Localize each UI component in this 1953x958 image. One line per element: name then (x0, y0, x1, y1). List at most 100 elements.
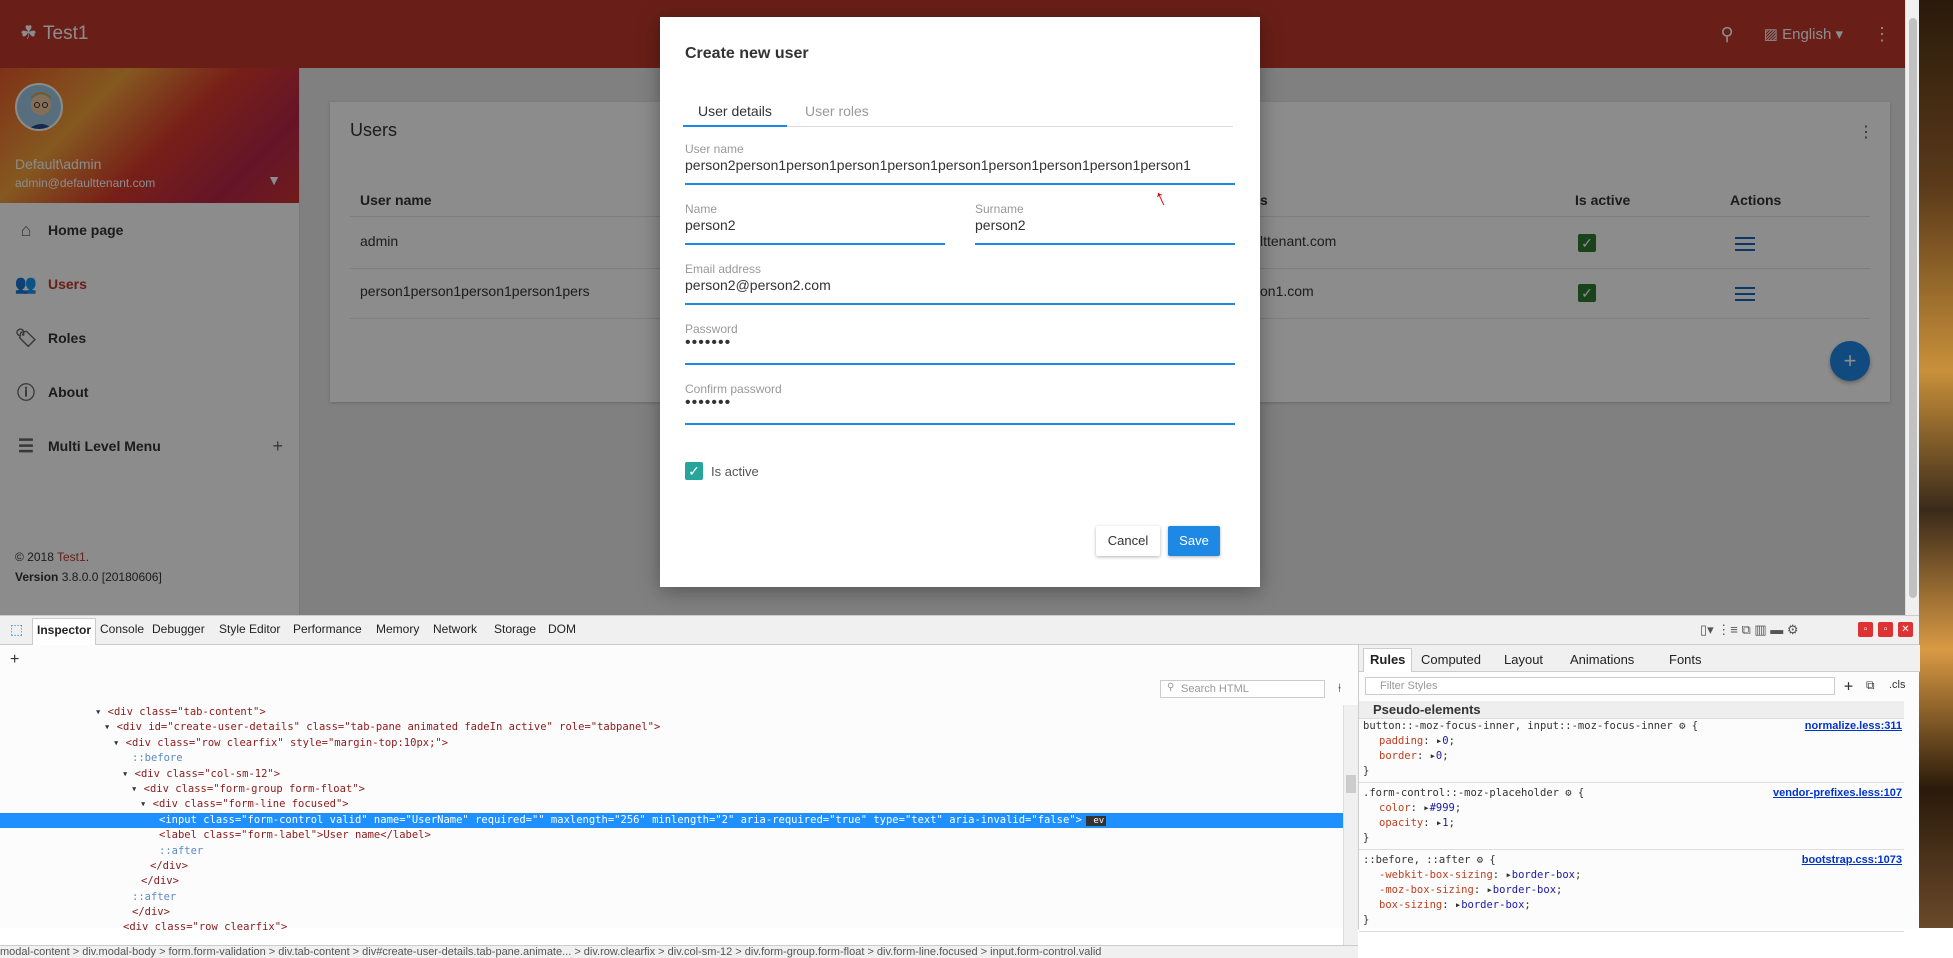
search-html-input[interactable]: Search HTML (1160, 680, 1325, 698)
property-value[interactable]: border-box (1512, 869, 1575, 881)
is-active-checkbox[interactable]: ✓ (685, 462, 703, 480)
tab-user-details[interactable]: User details (683, 97, 787, 127)
rule-selector[interactable]: ::before, ::after ⚙ {bootstrap.css:1073 (1359, 853, 1904, 868)
tab-dom[interactable]: DOM (548, 622, 576, 636)
add-node-icon[interactable]: + (10, 651, 19, 669)
html-node[interactable]: </div> (0, 859, 1343, 874)
tab-performance[interactable]: Performance (293, 622, 362, 636)
tab-debugger[interactable]: Debugger (152, 622, 205, 636)
layout-toggle-icon[interactable]: ▯▾ ⋮≡ ⧉ ▥ ▬ ⚙ (1700, 622, 1799, 638)
name-field[interactable]: Name person2 (685, 202, 945, 245)
rule-declaration[interactable]: -webkit-box-sizing: ▸border-box; (1359, 868, 1904, 883)
pseudo-class-icon[interactable]: ⧉ (1866, 678, 1875, 693)
property-value[interactable]: border-box (1493, 884, 1556, 896)
password-field[interactable]: Password ••••••• (685, 322, 1235, 365)
tab-layout[interactable]: Layout (1504, 652, 1543, 667)
filter-styles-input[interactable]: Filter Styles (1365, 677, 1835, 695)
rule-source-link[interactable]: bootstrap.css:1073 (1802, 853, 1902, 868)
tab-storage[interactable]: Storage (494, 622, 536, 636)
tab-rules[interactable]: Rules (1363, 648, 1413, 672)
html-node[interactable]: <div class="row clearfix"> (0, 920, 1343, 935)
property-name[interactable]: opacity (1379, 817, 1423, 829)
tab-inspector[interactable]: Inspector (32, 618, 97, 645)
save-button[interactable]: Save (1168, 526, 1220, 556)
rule-declaration[interactable]: padding: ▸0; (1359, 734, 1904, 749)
html-node[interactable]: </div> (0, 874, 1343, 889)
property-name[interactable]: -webkit-box-sizing (1379, 869, 1493, 881)
tab-network[interactable]: Network (433, 622, 477, 636)
event-badge[interactable]: ev (1085, 815, 1107, 826)
scrollbar-thumb[interactable] (1346, 775, 1356, 793)
rule-declaration[interactable]: box-sizing: ▸border-box; (1359, 898, 1904, 913)
property-name[interactable]: box-sizing (1379, 899, 1442, 911)
class-toggle-button[interactable]: .cls (1889, 679, 1906, 691)
pick-element-icon[interactable]: ⬚ (10, 621, 23, 638)
confirm-password-input[interactable]: ••••••• (685, 394, 731, 412)
tab-fonts[interactable]: Fonts (1669, 652, 1702, 667)
html-node[interactable]: ::before (0, 751, 1343, 766)
html-node[interactable]: <label class="form-label">User name</lab… (0, 828, 1343, 843)
html-node[interactable]: </div> (0, 905, 1343, 920)
markup-scrollbar[interactable] (1343, 705, 1358, 945)
html-node[interactable]: ::after (0, 890, 1343, 905)
markup-view: + Search HTML ⚲ ⍿ ▾ <div class="tab-cont… (0, 645, 1358, 958)
html-node[interactable]: ▾ <div class="form-line focused"> (0, 797, 1343, 812)
tab-computed[interactable]: Computed (1421, 652, 1481, 667)
html-node[interactable]: ▾ <div class="col-sm-12"> (0, 767, 1343, 782)
undock-icon[interactable]: ▫ (1878, 622, 1893, 637)
tab-user-roles[interactable]: User roles (790, 97, 884, 127)
dock-icon[interactable]: ▫ (1858, 622, 1873, 637)
property-name[interactable]: border (1379, 750, 1417, 762)
expand-arrow-icon[interactable]: ▾ (131, 783, 144, 795)
confirm-password-field[interactable]: Confirm password ••••••• (685, 382, 1235, 425)
tab-style-editor[interactable]: Style Editor (219, 622, 280, 636)
expand-arrow-icon[interactable]: ▾ (104, 721, 117, 733)
username-field[interactable]: User name person2person1person1person1pe… (685, 142, 1235, 185)
tab-animations[interactable]: Animations (1570, 652, 1634, 667)
tab-memory[interactable]: Memory (376, 622, 419, 636)
rule-declaration[interactable]: border: ▸0; (1359, 749, 1904, 764)
close-icon[interactable]: ✕ (1898, 622, 1913, 637)
pseudo-elements-header[interactable]: Pseudo-elements (1359, 701, 1904, 719)
cancel-button[interactable]: Cancel (1096, 526, 1160, 556)
html-node[interactable]: ▾ <div class="row clearfix" style="margi… (0, 736, 1343, 751)
tab-console[interactable]: Console (100, 622, 144, 636)
rule-selector[interactable]: button::-moz-focus-inner, input::-moz-fo… (1359, 719, 1904, 734)
page-scrollbar[interactable] (1905, 0, 1919, 615)
property-value[interactable]: border-box (1461, 899, 1524, 911)
rule-source-link[interactable]: normalize.less:311 (1805, 719, 1902, 734)
property-name[interactable]: -moz-box-sizing (1379, 884, 1474, 896)
html-node[interactable]: ▾ <div id="create-user-details" class="t… (0, 720, 1343, 735)
property-name[interactable]: color (1379, 802, 1411, 814)
username-input[interactable]: person2person1person1person1person1perso… (685, 157, 1191, 173)
eyedropper-icon[interactable]: ⍿ (1338, 681, 1341, 696)
expand-arrow-icon[interactable]: ▾ (122, 768, 135, 780)
devtools-toolbar: ⬚ Inspector Console Debugger Style Edito… (0, 616, 1919, 645)
rule-source-link[interactable]: vendor-prefixes.less:107 (1773, 786, 1902, 801)
rule-declaration[interactable]: -moz-box-sizing: ▸border-box; (1359, 883, 1904, 898)
rule-selector[interactable]: .form-control::-moz-placeholder ⚙ {vendo… (1359, 786, 1904, 801)
html-node-selected[interactable]: <input class="form-control valid" name="… (0, 812, 1343, 829)
html-node-text: </div> (132, 906, 170, 919)
html-node[interactable]: ▾ <div class="tab-content"> (0, 705, 1343, 720)
html-node[interactable]: ::after (0, 844, 1343, 859)
email-field[interactable]: Email address person2@person2.com (685, 262, 1235, 305)
property-name[interactable]: padding (1379, 735, 1423, 747)
expand-arrow-icon[interactable]: ▾ (113, 737, 126, 749)
rule-declaration[interactable]: opacity: ▸1; (1359, 816, 1904, 831)
html-node[interactable]: ▾ <div class="form-group form-float"> (0, 782, 1343, 797)
scrollbar-thumb[interactable] (1909, 18, 1917, 598)
property-value[interactable]: #999 (1430, 802, 1455, 814)
expand-arrow-icon[interactable]: ▾ (95, 706, 108, 718)
is-active-label[interactable]: Is active (711, 464, 759, 479)
breadcrumb[interactable]: modal-content > div.modal-body > form.fo… (0, 945, 1358, 958)
email-input[interactable]: person2@person2.com (685, 277, 831, 293)
password-input[interactable]: ••••••• (685, 334, 731, 352)
expand-arrow-icon[interactable]: ▾ (140, 798, 153, 810)
surname-field[interactable]: Surname person2 (975, 202, 1235, 245)
surname-input[interactable]: person2 (975, 217, 1026, 233)
add-rule-icon[interactable]: + (1844, 677, 1853, 695)
colon: : ▸ (1423, 817, 1443, 829)
rule-declaration[interactable]: color: ▸#999; (1359, 801, 1904, 816)
name-input[interactable]: person2 (685, 217, 736, 233)
